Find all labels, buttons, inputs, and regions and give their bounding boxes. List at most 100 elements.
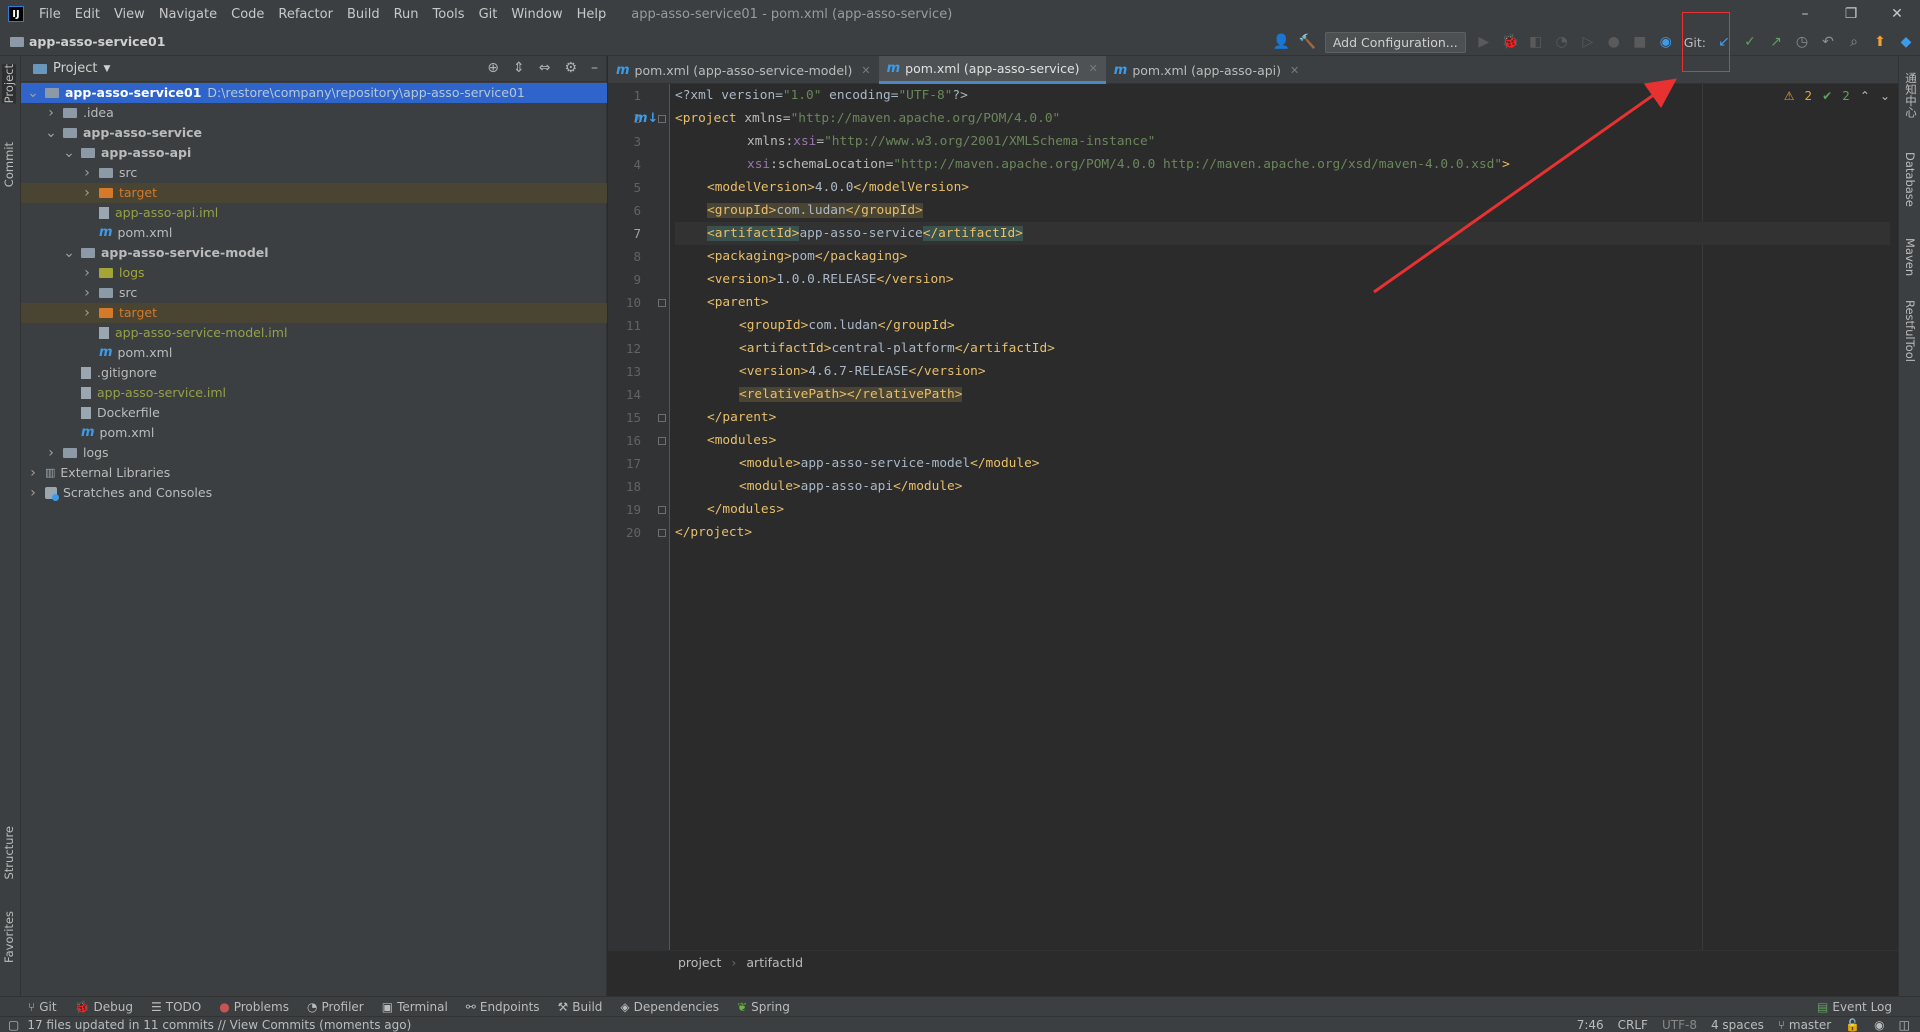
tree-node[interactable]: › logs bbox=[21, 263, 607, 283]
locate-icon[interactable]: ⊕ bbox=[487, 60, 499, 76]
notifications-icon[interactable]: ◫ bbox=[1899, 1017, 1910, 1032]
project-breadcrumb[interactable]: app-asso-service01 bbox=[10, 34, 165, 49]
tree-node[interactable]: › target bbox=[21, 183, 607, 203]
tool-todo[interactable]: ☰ TODO bbox=[151, 1000, 201, 1014]
tab-structure[interactable]: Structure bbox=[2, 826, 16, 880]
tree-node[interactable]: › target bbox=[21, 303, 607, 323]
chevron-right-icon[interactable]: › bbox=[27, 463, 39, 483]
close-icon[interactable]: ✕ bbox=[1290, 64, 1299, 77]
tree-node[interactable]: app-asso-service.iml bbox=[21, 383, 607, 403]
tool-git[interactable]: ⑂ Git bbox=[28, 1000, 57, 1014]
tree-node[interactable]: › logs bbox=[21, 443, 607, 463]
fold-marker-icon[interactable] bbox=[658, 414, 666, 422]
tree-node[interactable]: › ▥ External Libraries bbox=[21, 463, 607, 483]
tab-commit[interactable]: Commit bbox=[2, 142, 16, 187]
tree-node[interactable]: app-asso-service-model.iml bbox=[21, 323, 607, 343]
tab-favorites[interactable]: Favorites bbox=[2, 911, 16, 963]
git-commit-icon[interactable]: ✓ bbox=[1742, 34, 1758, 50]
tool-problems[interactable]: ● Problems bbox=[219, 1000, 289, 1014]
menu-code[interactable]: Code bbox=[224, 7, 271, 22]
record-icon[interactable]: ● bbox=[1606, 34, 1622, 50]
menu-edit[interactable]: Edit bbox=[68, 7, 107, 22]
tab-pom-api[interactable]: m pom.xml (app-asso-api) ✕ bbox=[1106, 56, 1307, 84]
run-icon[interactable]: ▶ bbox=[1476, 34, 1492, 50]
code-editor[interactable]: <?xml version="1.0" encoding="UTF-8"?> <… bbox=[675, 84, 1890, 950]
tab-maven[interactable]: Maven bbox=[1903, 238, 1917, 276]
menu-refactor[interactable]: Refactor bbox=[271, 7, 340, 22]
minimize-button[interactable]: – bbox=[1782, 0, 1828, 28]
update-available-icon[interactable]: ⬆ bbox=[1872, 34, 1888, 50]
git-rollback-icon[interactable]: ↶ bbox=[1820, 34, 1836, 50]
tree-node[interactable]: › Scratches and Consoles bbox=[21, 483, 607, 503]
tool-profiler[interactable]: ◔ Profiler bbox=[307, 1000, 364, 1014]
tool-dependencies[interactable]: ◈ Dependencies bbox=[620, 1000, 719, 1014]
run-test-icon[interactable]: ▷ bbox=[1580, 34, 1596, 50]
add-configuration-button[interactable]: Add Configuration... bbox=[1324, 31, 1466, 53]
fold-marker-icon[interactable] bbox=[658, 437, 666, 445]
git-history-icon[interactable]: ◷ bbox=[1794, 34, 1810, 50]
breadcrumb-artifactid[interactable]: artifactId bbox=[746, 955, 803, 970]
plugin-icon[interactable]: ◉ bbox=[1658, 34, 1674, 50]
coverage-icon[interactable]: ◧ bbox=[1528, 34, 1544, 50]
menu-view[interactable]: View bbox=[107, 7, 152, 22]
close-icon[interactable]: ✕ bbox=[1089, 62, 1098, 75]
build-hammer-icon[interactable]: 🔨 bbox=[1299, 34, 1316, 50]
tree-node[interactable]: › src bbox=[21, 163, 607, 183]
close-icon[interactable]: ✕ bbox=[861, 64, 870, 77]
menu-window[interactable]: Window bbox=[504, 7, 569, 22]
close-button[interactable]: ✕ bbox=[1874, 0, 1920, 28]
ide-features-icon[interactable]: ◆ bbox=[1898, 34, 1914, 50]
collapse-all-icon[interactable]: ⇔ bbox=[539, 60, 551, 76]
gear-icon[interactable]: ⚙ bbox=[564, 60, 577, 76]
tool-event-log[interactable]: ▤ Event Log bbox=[1817, 1000, 1892, 1014]
tree-node[interactable]: ⌄ app-asso-service01 D:\restore\company\re… bbox=[21, 83, 607, 103]
profile-icon[interactable]: ◔ bbox=[1554, 34, 1570, 50]
menu-help[interactable]: Help bbox=[570, 7, 614, 22]
tree-node[interactable]: m pom.xml bbox=[21, 223, 607, 243]
tree-node[interactable]: app-asso-api.iml bbox=[21, 203, 607, 223]
chevron-right-icon[interactable]: › bbox=[81, 263, 93, 283]
tree-node[interactable]: m pom.xml bbox=[21, 343, 607, 363]
tab-pom-service[interactable]: m pom.xml (app-asso-service) ✕ bbox=[878, 56, 1106, 84]
menu-file[interactable]: File bbox=[32, 7, 68, 22]
tab-notifications[interactable]: 通知中心 bbox=[1903, 72, 1919, 118]
tool-spring[interactable]: ❦ Spring bbox=[737, 1000, 790, 1014]
debug-icon[interactable]: 🐞 bbox=[1502, 34, 1519, 50]
chevron-right-icon[interactable]: › bbox=[45, 443, 57, 463]
tool-terminal[interactable]: ▣ Terminal bbox=[382, 1000, 448, 1014]
chevron-down-icon[interactable]: ⌄ bbox=[27, 83, 39, 103]
project-view-selector[interactable]: Project ▼ bbox=[33, 61, 110, 76]
indent-setting[interactable]: 4 spaces bbox=[1711, 1017, 1764, 1032]
status-square-icon[interactable]: ▢ bbox=[8, 1018, 19, 1032]
file-encoding[interactable]: UTF-8 bbox=[1662, 1017, 1697, 1032]
menu-run[interactable]: Run bbox=[387, 7, 426, 22]
tab-project[interactable]: Project bbox=[2, 64, 16, 104]
chevron-right-icon[interactable]: › bbox=[81, 163, 93, 183]
menu-build[interactable]: Build bbox=[340, 7, 387, 22]
maven-reload-icon[interactable]: m↓ bbox=[634, 111, 658, 126]
restore-button[interactable]: ❐ bbox=[1828, 0, 1874, 28]
tool-build[interactable]: ⚒ Build bbox=[558, 1000, 603, 1014]
tree-node[interactable]: ⌄ app-asso-service bbox=[21, 123, 607, 143]
tool-endpoints[interactable]: ⚯ Endpoints bbox=[466, 1000, 540, 1014]
hide-icon[interactable]: – bbox=[591, 60, 598, 76]
tab-restfultool[interactable]: RestfulTool bbox=[1903, 300, 1917, 362]
chevron-right-icon[interactable]: › bbox=[45, 103, 57, 123]
fold-marker-icon[interactable] bbox=[658, 299, 666, 307]
chevron-down-icon[interactable]: ⌄ bbox=[63, 243, 75, 263]
menu-git[interactable]: Git bbox=[472, 7, 505, 22]
search-icon[interactable]: ⌕ bbox=[1846, 34, 1862, 50]
git-push-icon[interactable]: ↗ bbox=[1768, 34, 1784, 50]
tab-database[interactable]: Database bbox=[1903, 152, 1917, 207]
chevron-right-icon[interactable]: › bbox=[27, 483, 39, 503]
line-separator[interactable]: CRLF bbox=[1618, 1017, 1648, 1032]
menu-tools[interactable]: Tools bbox=[426, 7, 472, 22]
stop-icon[interactable]: ■ bbox=[1632, 34, 1648, 50]
chevron-right-icon[interactable]: › bbox=[81, 283, 93, 303]
chevron-right-icon[interactable]: › bbox=[81, 183, 93, 203]
fold-marker-icon[interactable] bbox=[658, 529, 666, 537]
chevron-right-icon[interactable]: › bbox=[81, 303, 93, 323]
breadcrumb-project[interactable]: project bbox=[678, 955, 721, 970]
fold-marker-icon[interactable] bbox=[658, 115, 666, 123]
tab-pom-model[interactable]: m pom.xml (app-asso-service-model) ✕ bbox=[608, 56, 879, 84]
